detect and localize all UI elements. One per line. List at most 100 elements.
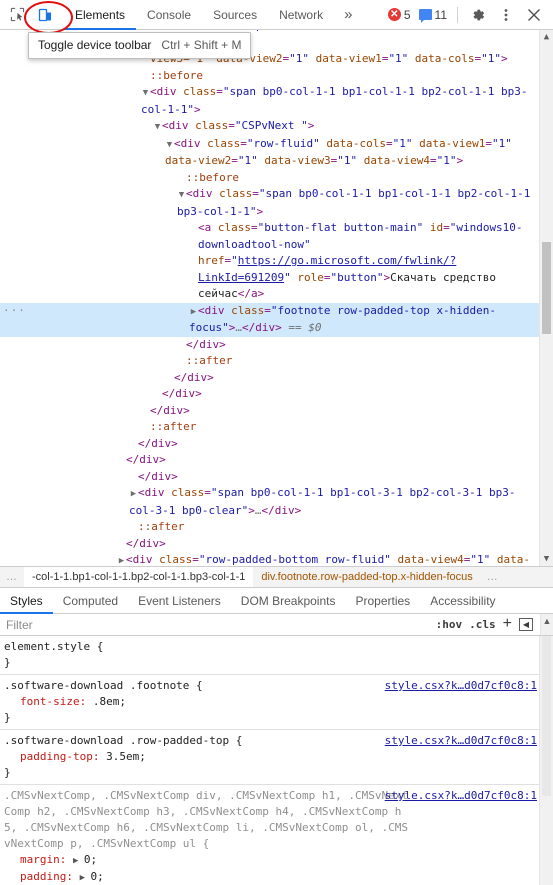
tab-dom-breakpoints[interactable]: DOM Breakpoints (231, 588, 346, 613)
dom-token-punc: > (159, 536, 166, 550)
dom-token-val: "button" (330, 270, 384, 284)
css-property-name[interactable]: padding-top: (20, 750, 106, 763)
expand-triangle-down-icon[interactable]: ▼ (165, 137, 174, 154)
css-declaration[interactable]: font-size: .8em; (0, 694, 539, 710)
device-toolbar-icon[interactable] (32, 2, 58, 28)
dom-node[interactable]: ::after (0, 419, 539, 436)
styles-scrollbar[interactable]: ▼ (539, 636, 553, 885)
tab-styles[interactable]: Styles (0, 588, 53, 614)
expand-triangle-right-icon[interactable]: ▶ (189, 304, 198, 321)
dom-node[interactable]: </div> (0, 370, 539, 387)
css-property-name[interactable]: padding: (20, 870, 80, 883)
css-rule-origin-link[interactable]: style.csx?k…d0d7cf0c8:1 (385, 733, 537, 749)
css-selector[interactable]: .software-download .footnote { (4, 679, 203, 692)
dom-node[interactable]: ▶ <div class="row-padded-bottom row-fluid… (0, 552, 539, 566)
inspect-cursor-icon[interactable] (4, 2, 30, 28)
breadcrumb-overflow-right[interactable]: … (481, 571, 505, 583)
expand-shorthand-icon[interactable]: ▶ (73, 856, 84, 866)
css-declaration[interactable]: padding: ▶ 0; (0, 869, 539, 885)
dom-token-tag: div (192, 187, 213, 200)
dom-node[interactable]: </div> (0, 536, 539, 553)
dom-node[interactable]: </div> (0, 337, 539, 354)
dom-pseudo-element: ::after (150, 420, 197, 433)
styles-scrollbar-thumb[interactable] (542, 636, 551, 796)
dom-node[interactable]: ▼ <div class="span bp0-col-1-1 bp1-col-1-… (0, 84, 539, 118)
tab-sources[interactable]: Sources (202, 0, 268, 29)
kebab-menu-icon[interactable] (493, 2, 519, 28)
styles-filter-input[interactable] (0, 613, 436, 636)
scrollbar-thumb[interactable] (542, 242, 551, 334)
css-rule-origin-link[interactable]: style.csx?k…d0d7cf0c8:1 (385, 678, 537, 694)
dom-node[interactable]: ::before (0, 68, 539, 85)
dom-node[interactable]: <a class="button-flat button-main" id="w… (0, 220, 539, 303)
css-declaration[interactable]: margin: ▶ 0; (0, 852, 539, 869)
dom-pseudo-element: ::after (186, 354, 233, 367)
dom-node[interactable]: ::after (0, 519, 539, 536)
tab-accessibility[interactable]: Accessibility (420, 588, 505, 613)
hov-toggle-button[interactable]: :hov (436, 618, 463, 631)
css-selector[interactable]: .CMSvNextComp, .CMSvNextComp div, .CMSvN… (4, 789, 408, 850)
breadcrumb-overflow-left[interactable]: … (0, 571, 24, 583)
css-rule-origin-link[interactable]: style.csx?k…d0d7cf0c8:1 (385, 788, 537, 804)
css-property-value[interactable]: 0; (90, 870, 103, 883)
dom-node-badge[interactable]: ··· (3, 303, 26, 320)
dom-token-punc: = (385, 136, 393, 150)
dom-tree-scrollbar[interactable]: ▲ ▼ (539, 30, 553, 566)
tab-event-listeners[interactable]: Event Listeners (128, 588, 231, 613)
gear-icon[interactable] (465, 2, 491, 28)
tab-network[interactable]: Network (268, 0, 334, 29)
expand-shorthand-icon[interactable]: ▶ (80, 873, 91, 883)
dom-node-selected[interactable]: ··· ▶ <div class="footnote row-padded-top … (0, 302, 539, 337)
dom-tree-content[interactable]: <div class="row-padded-bottom row-fluid"… (0, 30, 539, 566)
tab-properties[interactable]: Properties (345, 588, 420, 613)
css-property-value[interactable]: 0; (84, 853, 97, 866)
scroll-down-arrow-icon[interactable]: ▼ (540, 552, 553, 566)
breadcrumb-item-0[interactable]: -col-1-1.bp1-col-1-1.bp2-col-1-1.bp3-col… (24, 567, 254, 587)
dom-node[interactable]: </div> (0, 452, 539, 469)
tab-console[interactable]: Console (136, 0, 202, 29)
cls-toggle-button[interactable]: .cls (469, 618, 496, 631)
dom-node[interactable]: ::after (0, 353, 539, 370)
dom-node[interactable]: </div> (0, 436, 539, 453)
css-selector[interactable]: .software-download .row-padded-top { (4, 734, 242, 747)
styles-scroll-up-arrow-icon[interactable]: ▲ (541, 614, 553, 628)
css-rule[interactable]: .software-download .footnote { style.csx?… (0, 675, 539, 730)
dom-node[interactable]: </div> (0, 386, 539, 403)
css-property-name[interactable]: margin: (20, 853, 73, 866)
expand-triangle-down-icon[interactable]: ▼ (141, 85, 150, 102)
toggle-pane-button[interactable]: ◀ (519, 618, 533, 631)
tab-elements[interactable]: Elements (64, 0, 137, 30)
css-rule-close-brace: } (4, 766, 11, 779)
styles-scrollbar-top[interactable]: ▲ (540, 614, 553, 635)
dom-node[interactable]: ▼ <div class="row-fluid" data-cols="1" da… (0, 136, 539, 170)
css-rule[interactable]: .software-download .row-padded-top { styl… (0, 730, 539, 785)
css-property-value[interactable]: .8em; (93, 695, 126, 708)
expand-triangle-down-icon[interactable]: ▼ (153, 119, 162, 136)
dom-node[interactable]: ::before (0, 170, 539, 187)
scroll-up-arrow-icon[interactable]: ▲ (540, 30, 553, 44)
css-declaration[interactable]: padding-top: 3.5em; (0, 749, 539, 765)
css-selector[interactable]: element.style { (4, 640, 103, 653)
tab-computed[interactable]: Computed (53, 588, 128, 613)
css-property-value[interactable]: 3.5em; (106, 750, 146, 763)
dom-node[interactable]: </div> (0, 403, 539, 420)
css-rule[interactable]: element.style {} (0, 636, 539, 675)
dom-token-val: "CSPvNext " (234, 119, 308, 132)
kebab-menu-glyph (504, 8, 508, 21)
dom-node[interactable]: </div> (0, 469, 539, 486)
message-counter[interactable]: 11 (416, 8, 450, 23)
css-rule[interactable]: .CMSvNextComp, .CMSvNextComp div, .CMSvN… (0, 785, 539, 885)
dom-node[interactable]: ▶ <div class="span bp0-col-1-1 bp1-col-3-… (0, 485, 539, 519)
breadcrumb-item-1[interactable]: div.footnote.row-padded-top.x-hidden-foc… (253, 567, 480, 587)
new-style-rule-button[interactable]: + (503, 615, 512, 632)
more-tabs-chevron-icon[interactable]: » (334, 0, 362, 29)
close-icon[interactable] (521, 2, 547, 28)
css-property-name[interactable]: font-size: (20, 695, 93, 708)
expand-triangle-right-icon[interactable]: ▶ (117, 553, 126, 566)
css-rules-content[interactable]: element.style {} .software-download .foot… (0, 636, 539, 885)
dom-node[interactable]: ▼ <div class="span bp0-col-1-1 bp1-col-1-… (0, 186, 539, 220)
error-counter[interactable]: ✕ 5 (385, 8, 414, 22)
expand-triangle-down-icon[interactable]: ▼ (177, 187, 186, 204)
expand-triangle-right-icon[interactable]: ▶ (129, 486, 138, 503)
dom-node[interactable]: ▼ <div class="CSPvNext "> (0, 118, 539, 136)
